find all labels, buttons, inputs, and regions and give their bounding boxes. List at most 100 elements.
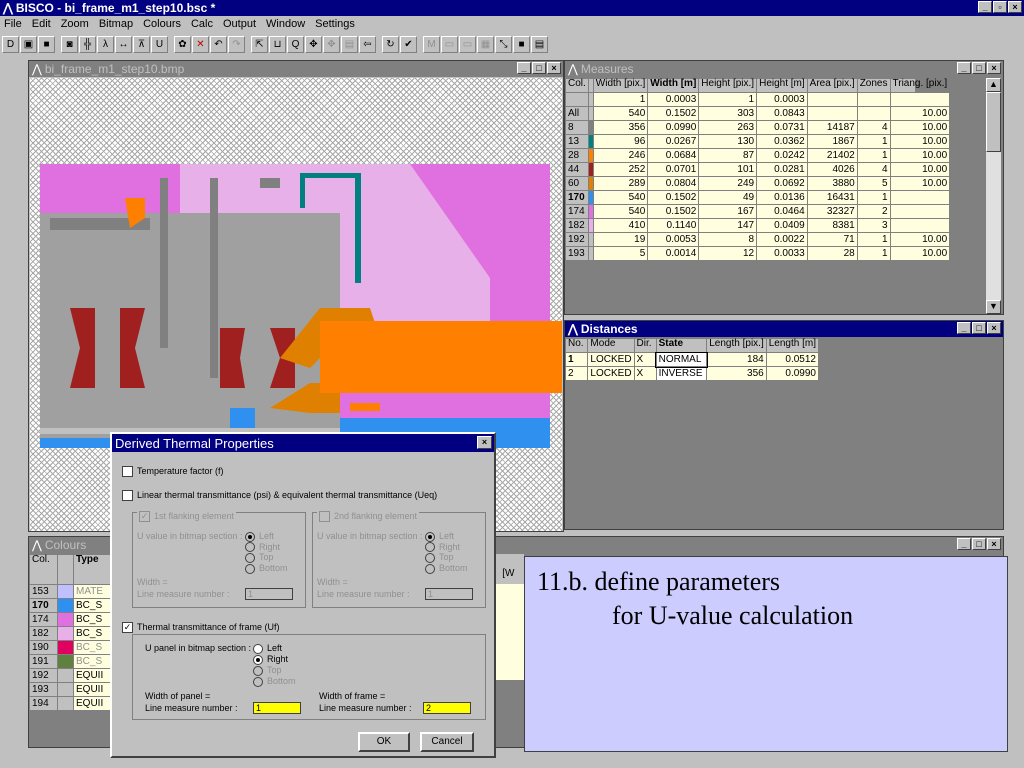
colours-row[interactable]: 182 BC_S (29, 626, 119, 641)
menu-bitmap[interactable]: Bitmap (99, 18, 133, 30)
close-icon[interactable]: × (1008, 1, 1022, 13)
new-file-icon[interactable]: D (2, 35, 19, 53)
save-icon[interactable]: ■ (38, 35, 55, 53)
measures-row[interactable]: 1 0.0003 1 0.0003 (565, 92, 951, 107)
colours-row[interactable]: 192 EQUII (29, 668, 119, 683)
menu-calc[interactable]: Calc (191, 18, 213, 30)
panel-bottom-radio[interactable]: Bottom (253, 676, 296, 687)
panel-icon[interactable]: ▭ (459, 35, 476, 53)
frame-line-measure-field[interactable]: 2 (423, 702, 471, 714)
colours-row[interactable]: 190 BC_S (29, 640, 119, 655)
frame-option[interactable]: ✓ Thermal transmittance of frame (Uf) (122, 622, 280, 634)
minimize-icon[interactable]: _ (957, 322, 971, 334)
minimize-icon[interactable]: _ (517, 62, 531, 74)
maximize-icon[interactable]: □ (972, 322, 986, 334)
fill-icon[interactable]: ▤ (341, 35, 358, 53)
delete-icon[interactable]: ✕ (192, 35, 209, 53)
move-alt-icon[interactable]: ✥ (323, 35, 340, 53)
cancel-button[interactable]: Cancel (420, 732, 474, 752)
grid-icon[interactable]: ╬ (79, 35, 96, 53)
temp-factor-option[interactable]: Temperature factor (f) (122, 466, 224, 478)
undo-icon[interactable]: ↶ (210, 35, 227, 53)
measures-row[interactable]: All 540 0.1502 303 0.0843 10.00 (565, 106, 951, 121)
colours-row[interactable]: 194 EQUII (29, 696, 119, 711)
move-icon[interactable]: ✥ (305, 35, 322, 53)
camera-icon[interactable]: ◙ (61, 35, 78, 53)
first-left-radio[interactable]: Left (245, 531, 288, 542)
minimize-icon[interactable]: _ (978, 1, 992, 13)
distances-row[interactable]: 2 LOCKED X INVERSE 356 0.0990 (564, 366, 820, 381)
first-top-radio[interactable]: Top (245, 552, 288, 563)
measures-row[interactable]: 193 5 0.0014 12 0.0033 28 1 10.00 (565, 246, 951, 261)
measures-scrollbar[interactable]: ▲ ▼ (985, 78, 1001, 314)
close-icon[interactable]: × (477, 436, 492, 449)
measures-row[interactable]: 182 410 0.1140 147 0.0409 8381 3 (565, 218, 951, 233)
colours-row[interactable]: 191 BC_S (29, 654, 119, 669)
measures-row[interactable]: 60 289 0.0804 249 0.0692 3880 5 10.00 (565, 176, 951, 191)
measures-row[interactable]: 174 540 0.1502 167 0.0464 32327 2 (565, 204, 951, 219)
panel-right-radio[interactable]: Right (253, 654, 296, 665)
frame-checkbox[interactable]: ✓ (122, 622, 133, 634)
panel-line-measure-field[interactable]: 1 (253, 702, 301, 714)
panel-top-radio[interactable]: Top (253, 665, 296, 676)
colours-row[interactable]: 174 BC_S (29, 612, 119, 627)
refresh-icon[interactable]: ↻ (382, 35, 399, 53)
frame-icon[interactable]: ▭ (441, 35, 458, 53)
back-icon[interactable]: ⇦ (359, 35, 376, 53)
menu-zoom[interactable]: Zoom (61, 18, 89, 30)
check-icon[interactable]: ✔ (400, 35, 417, 53)
restore-icon[interactable]: ▫ (993, 1, 1007, 13)
menu-edit[interactable]: Edit (32, 18, 51, 30)
zoom-icon[interactable]: Q (287, 35, 304, 53)
maximize-icon[interactable]: □ (972, 538, 986, 550)
measures-row[interactable]: 192 19 0.0053 8 0.0022 71 1 10.00 (565, 232, 951, 247)
menu-colours[interactable]: Colours (143, 18, 181, 30)
second-top-radio[interactable]: Top (425, 552, 468, 563)
triangle-icon[interactable]: ⊼ (133, 35, 150, 53)
menu-window[interactable]: Window (266, 18, 305, 30)
pointer-icon[interactable]: ⇱ (251, 35, 268, 53)
colours-row[interactable]: 170 BC_S (29, 598, 119, 613)
first-right-radio[interactable]: Right (245, 542, 288, 553)
table-icon[interactable]: ▦ (477, 35, 494, 53)
open-file-icon[interactable]: ▣ (20, 35, 37, 53)
temp-factor-checkbox[interactable] (122, 466, 133, 478)
second-line-measure-field[interactable]: 1 (425, 588, 473, 600)
second-right-radio[interactable]: Right (425, 542, 468, 553)
maximize-icon[interactable]: □ (972, 62, 986, 74)
flower-icon[interactable]: ✿ (174, 35, 191, 53)
close-icon[interactable]: × (987, 62, 1001, 74)
first-bottom-radio[interactable]: Bottom (245, 563, 288, 574)
square-icon[interactable]: ■ (513, 35, 530, 53)
colours-row[interactable]: 153 MATE (29, 584, 119, 599)
measures-row[interactable]: 44 252 0.0701 101 0.0281 4026 4 10.00 (565, 162, 951, 177)
close-icon[interactable]: × (547, 62, 561, 74)
linear-option[interactable]: Linear thermal transmittance (psi) & equ… (122, 490, 437, 502)
panel-left-radio[interactable]: Left (253, 643, 296, 654)
m-icon[interactable]: M (423, 35, 440, 53)
first-line-measure-field[interactable]: 1 (245, 588, 293, 600)
close-icon[interactable]: × (987, 538, 1001, 550)
measure-icon[interactable]: ↔ (115, 35, 132, 53)
menu-file[interactable]: File (4, 18, 22, 30)
minimize-icon[interactable]: _ (957, 62, 971, 74)
redo-icon[interactable]: ↷ (228, 35, 245, 53)
measures-row[interactable]: 170 540 0.1502 49 0.0136 16431 1 (565, 190, 951, 205)
colours-row[interactable]: 193 EQUII (29, 682, 119, 697)
maximize-icon[interactable]: □ (532, 62, 546, 74)
menu-settings[interactable]: Settings (315, 18, 355, 30)
menu-output[interactable]: Output (223, 18, 256, 30)
measures-row[interactable]: 28 246 0.0684 87 0.0242 21402 1 10.00 (565, 148, 951, 163)
distances-row[interactable]: 1 LOCKED X NORMAL 184 0.0512 (564, 351, 820, 368)
second-flank-checkbox[interactable] (319, 511, 330, 523)
document-icon[interactable]: ▤ (531, 35, 548, 53)
first-flank-checkbox[interactable]: ✓ (139, 511, 150, 523)
close-icon[interactable]: × (987, 322, 1001, 334)
second-bottom-radio[interactable]: Bottom (425, 563, 468, 574)
ok-button[interactable]: OK (358, 732, 410, 752)
measures-row[interactable]: 13 96 0.0267 130 0.0362 1867 1 10.00 (565, 134, 951, 149)
second-left-radio[interactable]: Left (425, 531, 468, 542)
measures-row[interactable]: 8 356 0.0990 263 0.0731 14187 4 10.00 (565, 120, 951, 135)
scroll-thumb[interactable] (986, 92, 1001, 152)
minimize-icon[interactable]: _ (957, 538, 971, 550)
